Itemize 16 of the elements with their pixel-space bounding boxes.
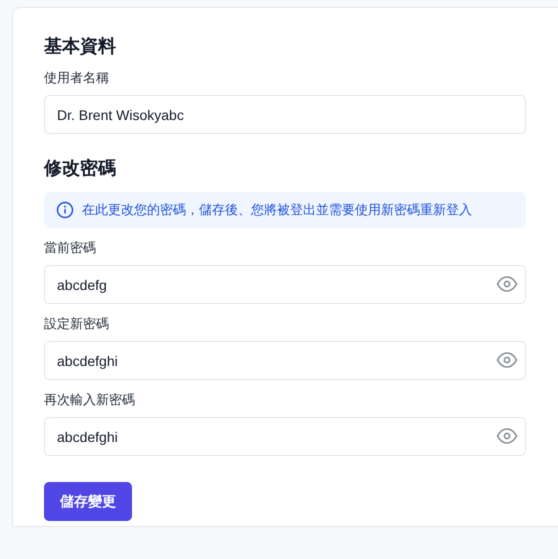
- field-label: 設定新密碼: [44, 315, 110, 333]
- field-label: 再次輸入新密碼: [44, 391, 136, 409]
- eye-icon[interactable]: [496, 352, 518, 368]
- eye-icon[interactable]: [496, 276, 518, 292]
- username-field[interactable]: Dr. Brent Wisokyabc: [44, 95, 526, 134]
- save-button[interactable]: 儲存變更: [44, 482, 132, 521]
- eye-icon[interactable]: [496, 428, 518, 444]
- info-icon: [56, 201, 74, 219]
- password-field[interactable]: abcdefg: [44, 265, 526, 304]
- section-heading: 基本資料: [44, 35, 117, 58]
- field-label: 當前密碼: [44, 239, 97, 257]
- field-label: 使用者名稱: [44, 69, 110, 87]
- password-field[interactable]: abcdefghi: [44, 341, 526, 380]
- section-heading: 修改密碼: [44, 157, 117, 180]
- password-field[interactable]: abcdefghi: [44, 417, 526, 456]
- notice-text: 在此更改您的密碼，儲存後、您將被登出並需要使用新密碼重新登入: [82, 201, 472, 219]
